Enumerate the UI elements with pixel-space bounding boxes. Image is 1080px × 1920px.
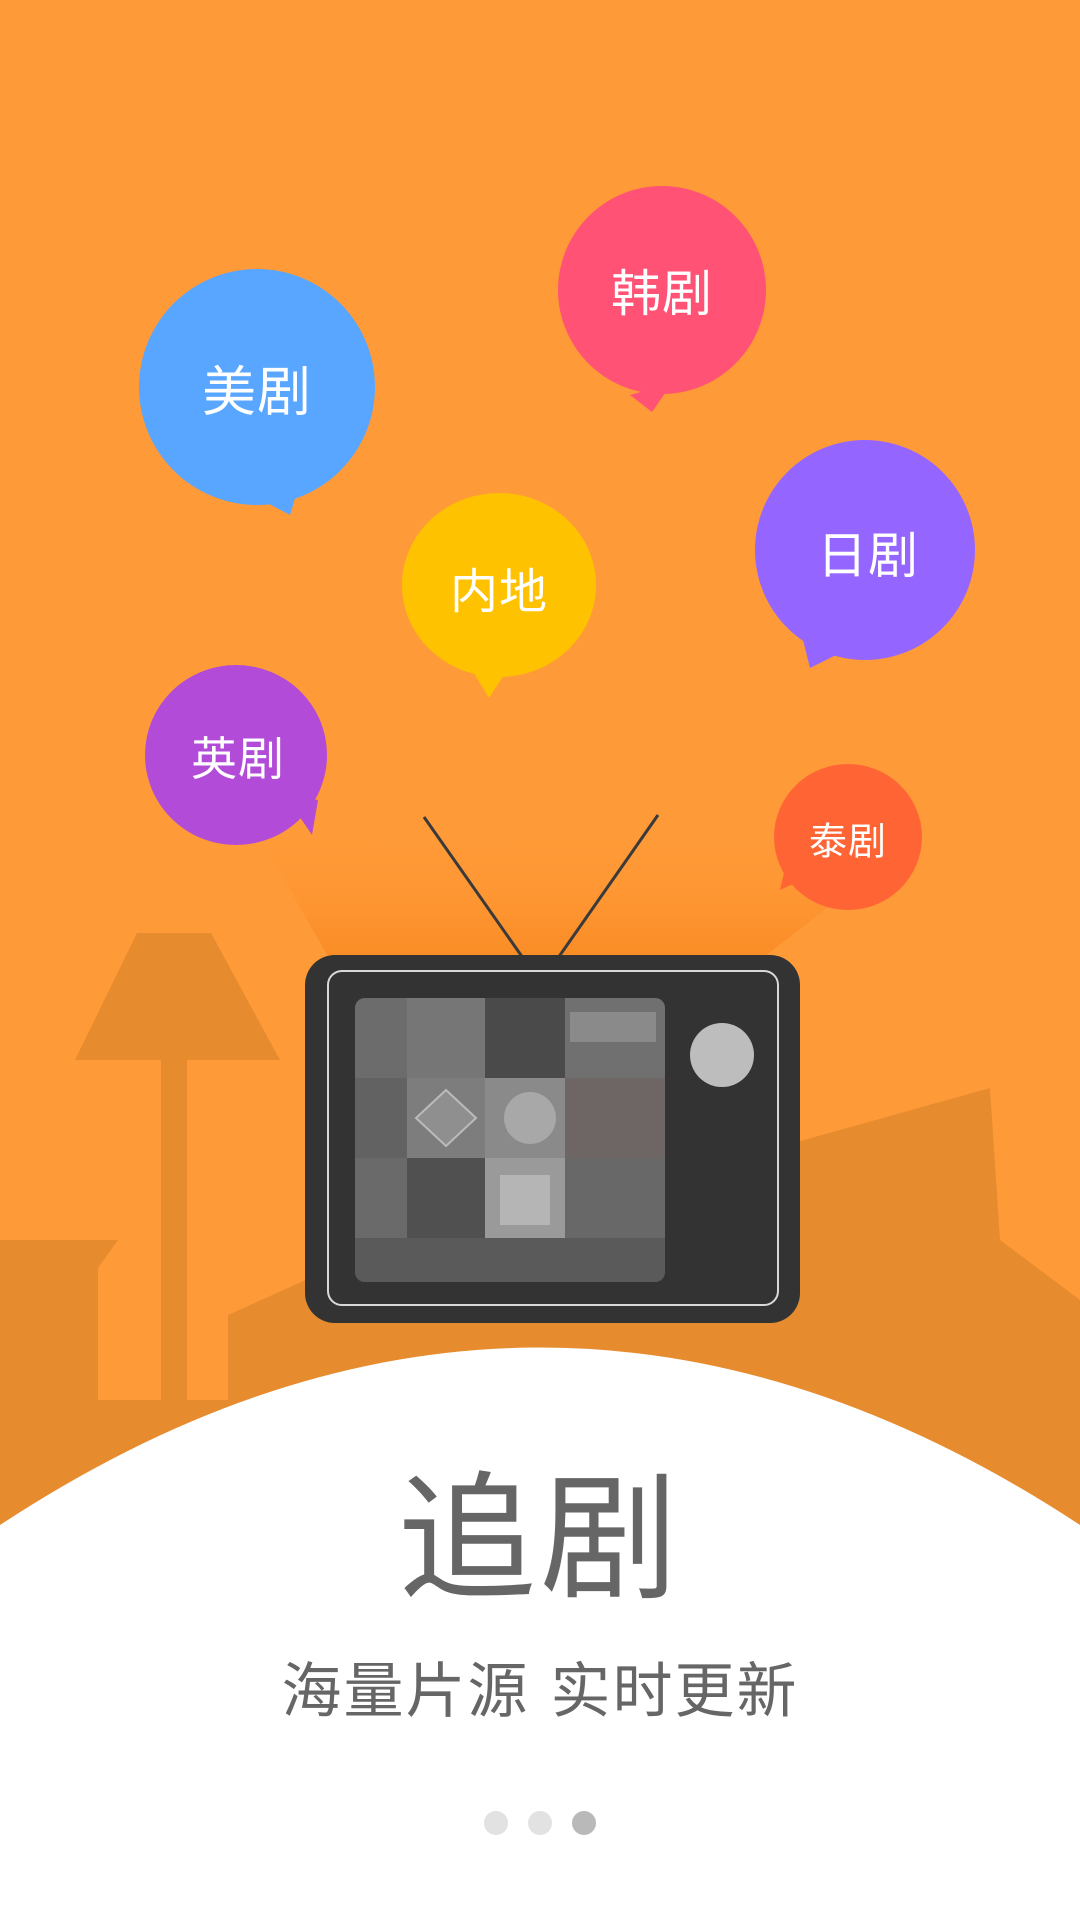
bubble-japan-label: 日剧 — [817, 527, 919, 585]
onboarding-screen: 美剧 韩剧 日剧 内地 英剧 泰剧 追剧 海量片源 实时更新 — [0, 0, 1080, 1920]
bubble-thailand-label: 泰剧 — [808, 819, 888, 864]
page-dot[interactable] — [528, 1811, 552, 1835]
bubble-uk-label: 英剧 — [191, 732, 285, 786]
tv-poster-grid — [355, 998, 665, 1282]
retro-tv-icon — [305, 955, 800, 1323]
page-dot[interactable] — [484, 1811, 508, 1835]
bubble-mainland-label: 内地 — [449, 564, 549, 620]
bubble-us-label: 美剧 — [202, 360, 312, 424]
page-subtitle: 海量片源 实时更新 — [281, 1657, 799, 1727]
page-dot-active[interactable] — [572, 1811, 596, 1835]
illustration — [0, 0, 1080, 1920]
page-title: 追剧 — [397, 1459, 682, 1620]
page-indicator — [0, 1811, 1080, 1835]
bubble-korea-label: 韩剧 — [611, 265, 713, 323]
tv-knob — [690, 1023, 754, 1087]
